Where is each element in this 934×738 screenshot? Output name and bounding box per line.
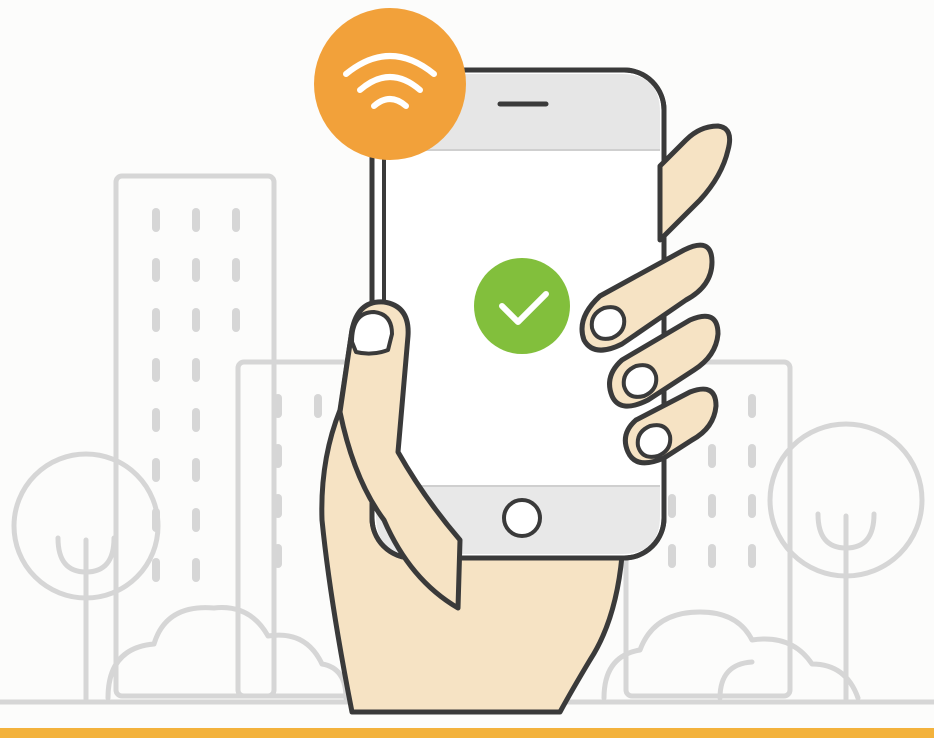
finger-top xyxy=(657,123,733,243)
check-circle xyxy=(474,258,570,354)
phone-home-button xyxy=(502,498,542,538)
finger-2-nail xyxy=(589,305,627,341)
phone-wifi-illustration xyxy=(0,8,934,738)
bottom-accent-bar xyxy=(0,728,934,738)
finger-4-nail xyxy=(635,423,673,459)
thumb-nail xyxy=(350,310,394,356)
finger-3-nail xyxy=(621,363,659,399)
check-badge xyxy=(474,258,570,354)
tree-right xyxy=(767,421,925,703)
wifi-badge-circle xyxy=(314,8,466,160)
tree-left xyxy=(11,451,161,703)
illustration-canvas xyxy=(0,0,934,738)
